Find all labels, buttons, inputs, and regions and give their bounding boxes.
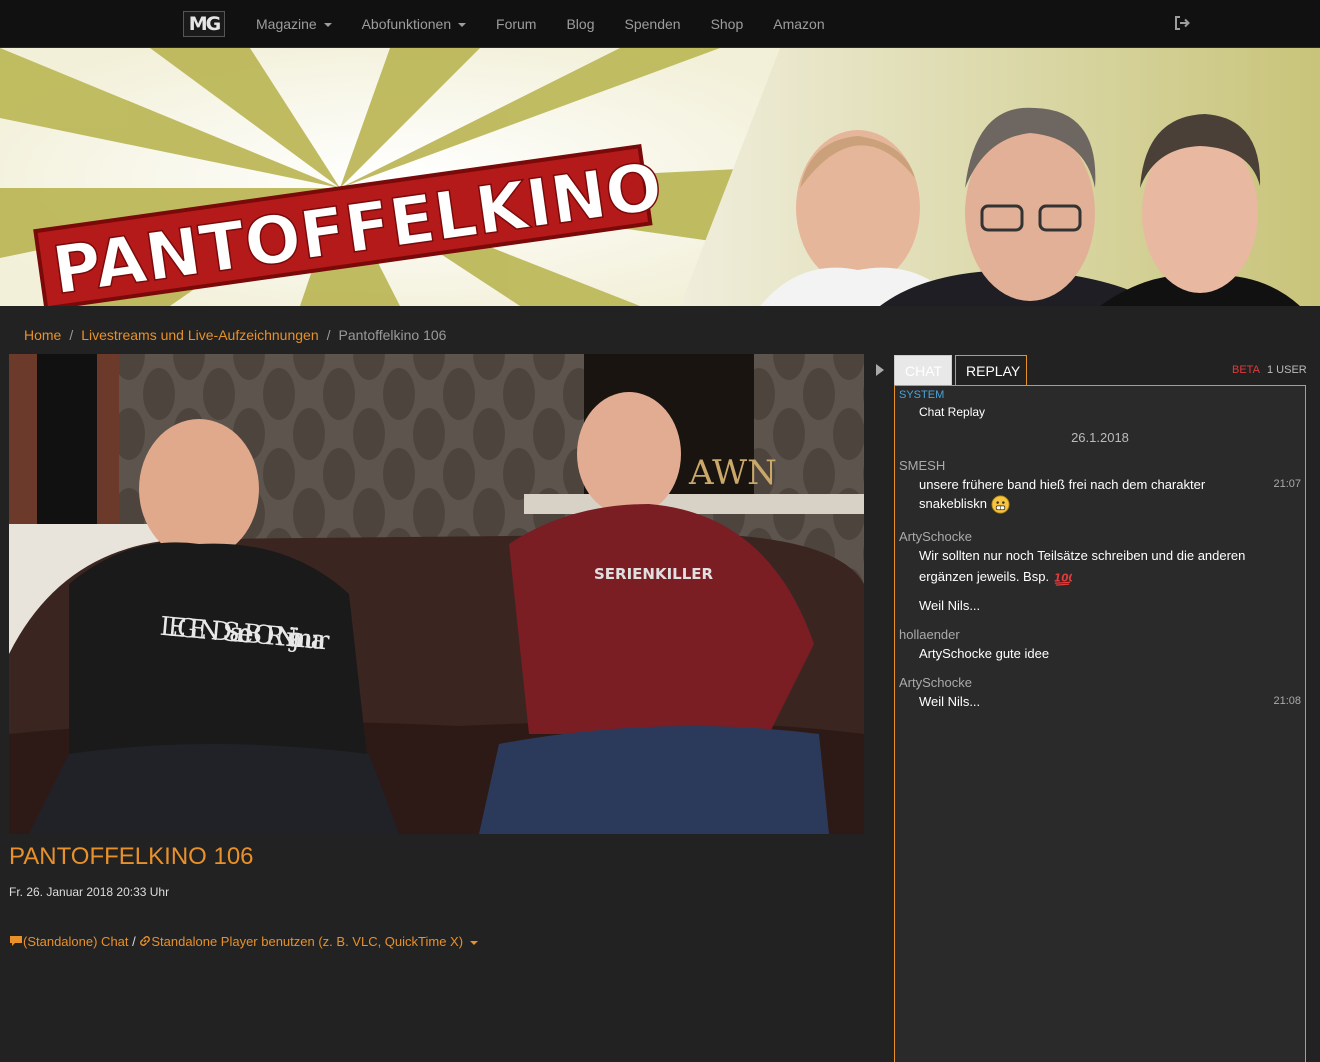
- video-player[interactable]: AWN LEGENDS are BORN in januar SERIENKIL…: [9, 354, 864, 834]
- nav-item-amazon[interactable]: Amazon: [758, 16, 839, 32]
- nav-menu: Magazine Abofunktionen Forum Blog Spende…: [241, 0, 840, 48]
- breadcrumb: Home / Livestreams und Live-Aufzeichnungen…: [24, 327, 446, 343]
- breadcrumb-livestreams[interactable]: Livestreams und Live-Aufzeichnungen: [81, 327, 318, 343]
- chat-message-line: ergänzen jeweils. Bsp.100: [919, 568, 1072, 587]
- chat-message-system: Chat Replay: [919, 405, 986, 419]
- beta-badge: BETA: [1232, 364, 1260, 376]
- chat-message-line: Weil Nils...: [919, 598, 981, 613]
- standalone-player-link[interactable]: Standalone Player benutzen (z. B. VLC, Q…: [151, 934, 463, 949]
- chat-username-system: SYSTEM: [899, 389, 945, 401]
- chat-message-line: unsere frühere band hieß frei nach dem c…: [919, 477, 1206, 492]
- breadcrumb-current: Pantoffelkino 106: [338, 327, 447, 343]
- user-count: 1 USER: [1267, 364, 1307, 376]
- chat-username[interactable]: SMESH: [899, 458, 945, 473]
- nav-item-abofunktionen[interactable]: Abofunktionen: [347, 16, 481, 32]
- chat-message-line: Wir sollten nur noch Teilsätze schreiben…: [919, 548, 1246, 563]
- sign-out-icon[interactable]: [1173, 14, 1191, 32]
- chat-username[interactable]: ArtySchocke: [899, 675, 972, 690]
- breadcrumb-separator: /: [69, 327, 74, 343]
- link-icon: [140, 936, 151, 946]
- caret-down-icon[interactable]: [469, 940, 478, 945]
- tab-chat[interactable]: CHAT: [894, 355, 952, 386]
- nav-item-blog[interactable]: Blog: [551, 16, 609, 32]
- chat-timestamp: 21:08: [1273, 695, 1301, 707]
- nav-item-forum[interactable]: Forum: [481, 16, 551, 32]
- chat-timestamp: 21:07: [1273, 478, 1301, 490]
- tab-replay[interactable]: REPLAY: [955, 355, 1027, 387]
- nav-item-shop[interactable]: Shop: [696, 16, 759, 32]
- shirt-right-text: SERIENKILLER: [594, 565, 714, 583]
- collapse-chat-arrow-icon[interactable]: [876, 364, 884, 376]
- caret-down-icon: [458, 23, 467, 28]
- chat-message-line: snakebliskn: [919, 495, 1010, 514]
- grimace-emoji-icon: [991, 495, 1010, 514]
- chat-tabs: CHAT REPLAY: [894, 355, 1027, 387]
- mg-logo[interactable]: MG: [183, 11, 225, 37]
- poster-text: AWN: [688, 453, 777, 493]
- show-banner: PANTOFFELKINO: [0, 48, 1320, 306]
- chat-message-line: Weil Nils...: [919, 694, 981, 709]
- banner-artwork: PANTOFFELKINO: [0, 48, 1320, 306]
- chat-username[interactable]: hollaender: [899, 627, 960, 642]
- chat-log[interactable]: SYSTEM Chat Replay 26.1.2018 SMESH unser…: [894, 385, 1306, 1062]
- standalone-chat-link[interactable]: (Standalone) Chat: [23, 934, 129, 949]
- comment-icon: [10, 936, 22, 946]
- video-title: PANTOFFELKINO 106: [9, 843, 254, 870]
- caret-down-icon: [323, 23, 332, 28]
- nav-item-spenden[interactable]: Spenden: [610, 16, 696, 32]
- video-frame: AWN LEGENDS are BORN in januar SERIENKIL…: [9, 354, 864, 834]
- top-navbar: MG Magazine Abofunktionen Forum Blog Spe…: [0, 0, 1320, 48]
- video-date: Fr. 26. Januar 2018 20:33 Uhr: [9, 885, 170, 899]
- video-links: (Standalone) Chat / Standalone Player be…: [9, 934, 478, 949]
- hundred-points-icon: 100: [1054, 572, 1072, 586]
- chat-message-line: ArtySchocke gute idee: [919, 646, 1050, 661]
- chat-username[interactable]: ArtySchocke: [899, 529, 972, 544]
- breadcrumb-home[interactable]: Home: [24, 327, 61, 343]
- link-separator: /: [132, 934, 136, 949]
- chat-date-separator: 26.1.2018: [1071, 430, 1129, 445]
- breadcrumb-separator: /: [326, 327, 331, 343]
- nav-item-magazine[interactable]: Magazine: [241, 16, 347, 32]
